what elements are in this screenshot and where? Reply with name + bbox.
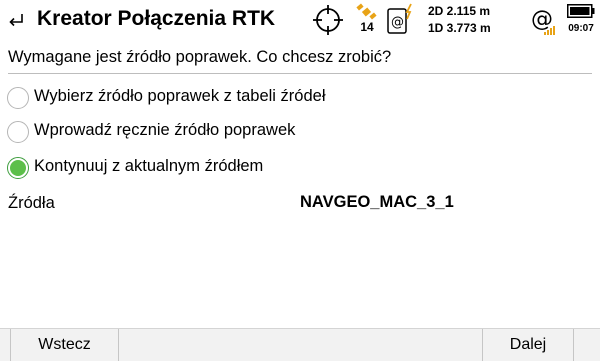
divider — [8, 73, 592, 74]
svg-text:@: @ — [531, 7, 553, 32]
device-link-icon[interactable]: @ — [386, 3, 416, 35]
footer-bar: Wstecz Dalej — [0, 328, 600, 361]
clock-time: 09:07 — [568, 23, 594, 34]
option-label: Kontynuuj z aktualnym źródłem — [34, 157, 264, 175]
option-continue-current[interactable]: Kontynuuj z aktualnym źródłem — [7, 156, 567, 182]
crosshair-icon[interactable] — [312, 4, 344, 36]
satellite-icon[interactable] — [355, 3, 379, 21]
back-button[interactable]: Wstecz — [11, 329, 118, 361]
option-label: Wprowadź ręcznie źródło poprawek — [34, 121, 296, 139]
prompt-question: Wymagane jest źródło poprawek. Co chcesz… — [8, 48, 392, 66]
satellite-count: 14 — [360, 20, 374, 34]
precision-1d: 1D 3.773 m — [428, 21, 491, 35]
at-signal-icon[interactable]: @ — [530, 6, 556, 36]
option-label: Wybierz źródło poprawek z tabeli źródeł — [34, 87, 326, 105]
header-bar: Kreator Połączenia RTK 14 @ 2D 2.115 m 1… — [0, 0, 600, 42]
option-select-from-table[interactable]: Wybierz źródło poprawek z tabeli źródeł — [7, 86, 567, 112]
footer-separator — [118, 329, 119, 361]
back-arrow-icon[interactable] — [4, 8, 28, 32]
svg-text:@: @ — [391, 15, 404, 30]
radio-button[interactable] — [7, 121, 29, 143]
battery-icon — [567, 4, 595, 18]
next-button[interactable]: Dalej — [483, 329, 573, 361]
precision-2d: 2D 2.115 m — [428, 4, 491, 18]
page-title: Kreator Połączenia RTK — [37, 7, 276, 30]
source-label: Źródła — [8, 194, 55, 212]
source-value: NAVGEO_MAC_3_1 — [300, 193, 454, 211]
option-manual-entry[interactable]: Wprowadź ręcznie źródło poprawek — [7, 120, 567, 146]
radio-button[interactable] — [7, 87, 29, 109]
footer-separator — [573, 329, 574, 361]
radio-button-selected[interactable] — [7, 157, 29, 179]
